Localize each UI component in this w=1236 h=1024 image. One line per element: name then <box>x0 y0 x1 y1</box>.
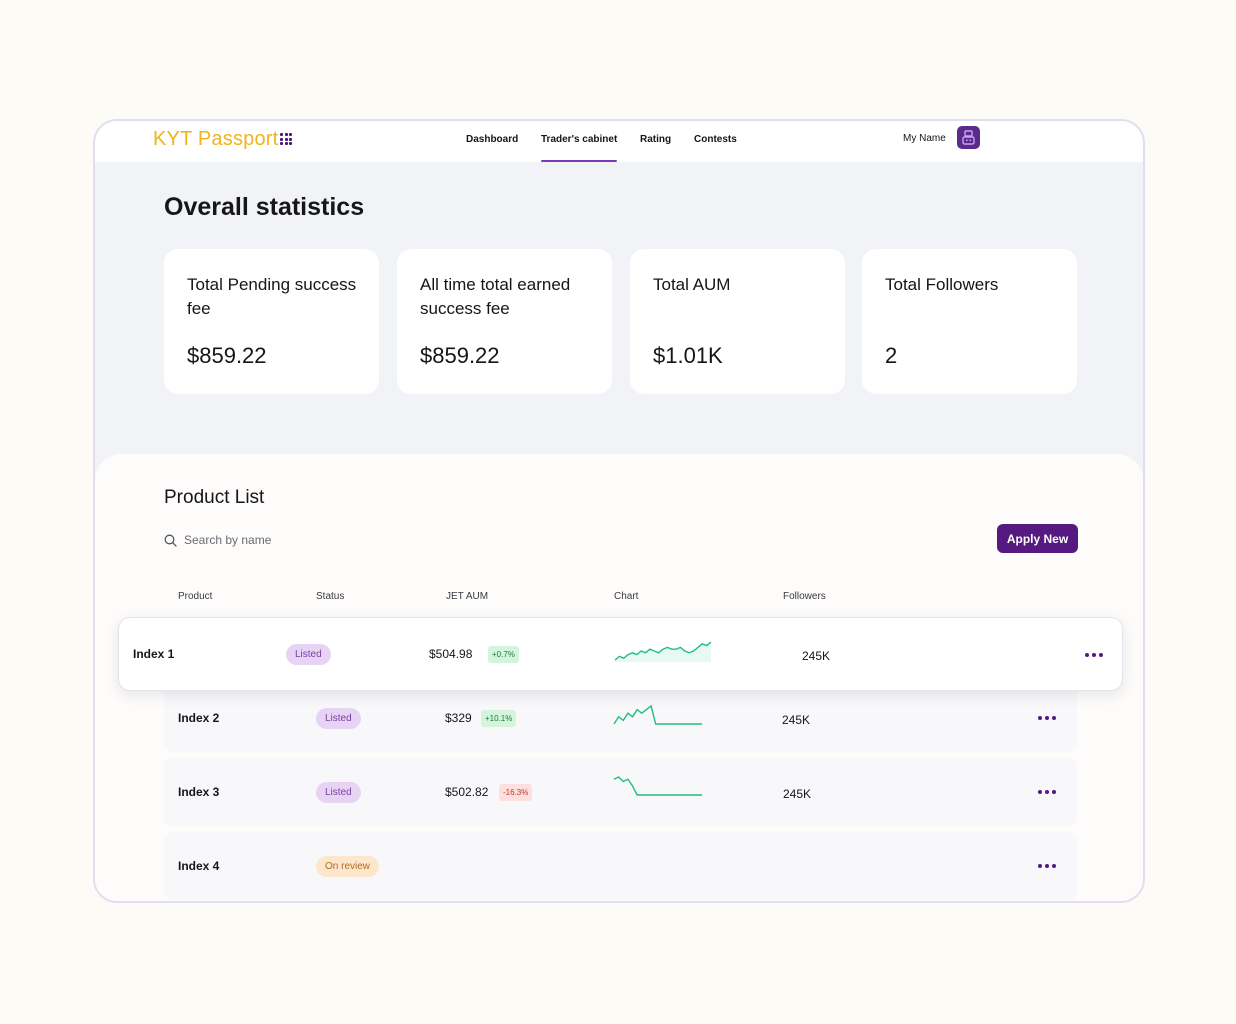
product-name[interactable]: Index 2 <box>178 711 219 725</box>
aum-value: $504.98 <box>429 647 473 661</box>
product-name[interactable]: Index 4 <box>178 859 219 873</box>
sparkline-chart <box>614 641 712 662</box>
stat-label: Total Followers <box>885 275 999 294</box>
apply-new-button[interactable]: Apply New <box>997 524 1078 553</box>
followers-value: 245K <box>802 649 831 663</box>
page-background: KYT Passport Dashboard Trader's cabinet … <box>0 0 1236 1024</box>
nav-dashboard[interactable]: Dashboard <box>466 121 518 162</box>
nav-traders-cabinet[interactable]: Trader's cabinet <box>541 121 618 162</box>
stat-card-total-earned: All time total earned success fee $859.2… <box>397 249 612 394</box>
avatar[interactable] <box>957 126 980 149</box>
product-list-panel: Product List Apply New Product Status JE… <box>95 454 1143 901</box>
column-header-chart: Chart <box>614 591 639 602</box>
change-badge: -16.3% <box>499 784 533 801</box>
stat-value: $1.01K <box>653 343 723 368</box>
stat-label: All time total earned success fee <box>420 275 571 318</box>
table-row[interactable]: Index 4 On review <box>164 832 1077 900</box>
sparkline-line <box>613 776 702 796</box>
status-badge: Listed <box>316 708 361 729</box>
stat-card-total-aum: Total AUM $1.01K <box>630 249 845 394</box>
app-window: KYT Passport Dashboard Trader's cabinet … <box>93 119 1145 903</box>
followers-value: 245K <box>783 787 812 801</box>
column-header-followers: Followers <box>783 591 826 602</box>
status-badge: On review <box>316 856 380 877</box>
nav-rating[interactable]: Rating <box>640 121 671 162</box>
table-row[interactable]: Index 2 Listed $329 +10.1% 245K <box>164 684 1077 752</box>
stat-label: Total Pending success fee <box>187 275 357 318</box>
more-options-icon[interactable] <box>1037 861 1057 871</box>
aum-value: $502.82 <box>445 785 489 799</box>
followers-value: 245K <box>782 713 811 727</box>
stat-value: $859.22 <box>420 343 500 368</box>
table-row[interactable]: Index 1 Listed $504.98 +0.7% 245K <box>118 617 1123 691</box>
product-name[interactable]: Index 3 <box>178 785 219 799</box>
stat-card-total-followers: Total Followers 2 <box>862 249 1077 394</box>
status-badge: Listed <box>286 644 331 665</box>
search-box[interactable] <box>164 529 340 551</box>
product-list-title: Product List <box>164 487 265 508</box>
change-badge: +10.1% <box>481 710 517 727</box>
page-title: Overall statistics <box>164 193 365 221</box>
column-header-jet-aum: JET AUM <box>446 591 489 602</box>
stat-label: Total AUM <box>653 275 731 294</box>
nav-contests[interactable]: Contests <box>694 121 737 162</box>
stat-value: $859.22 <box>187 343 267 368</box>
table-row[interactable]: Index 3 Listed $502.82 -16.3% 245K <box>164 758 1077 826</box>
apps-grid-icon[interactable] <box>280 133 292 145</box>
status-badge: Listed <box>316 782 361 803</box>
aum-value: $329 <box>445 711 472 725</box>
stat-card-pending-fee: Total Pending success fee $859.22 <box>164 249 379 394</box>
top-navigation-bar: KYT Passport Dashboard Trader's cabinet … <box>95 121 1143 162</box>
more-options-icon[interactable] <box>1084 650 1104 660</box>
change-badge: +0.7% <box>488 646 519 663</box>
user-name[interactable]: My Name <box>903 133 946 144</box>
more-options-icon[interactable] <box>1037 713 1057 723</box>
search-input[interactable] <box>184 533 334 547</box>
more-options-icon[interactable] <box>1037 787 1057 797</box>
sparkline-chart <box>613 704 702 725</box>
search-icon <box>164 534 177 547</box>
column-header-product: Product <box>178 591 213 602</box>
sparkline-chart <box>613 776 702 796</box>
logo[interactable]: KYT Passport <box>153 128 278 151</box>
sparkline-line <box>613 704 702 725</box>
stat-value: 2 <box>885 343 898 368</box>
robot-avatar-icon <box>962 130 975 145</box>
sparkline-area <box>615 642 711 662</box>
column-header-status: Status <box>316 591 345 602</box>
product-name[interactable]: Index 1 <box>133 647 174 661</box>
